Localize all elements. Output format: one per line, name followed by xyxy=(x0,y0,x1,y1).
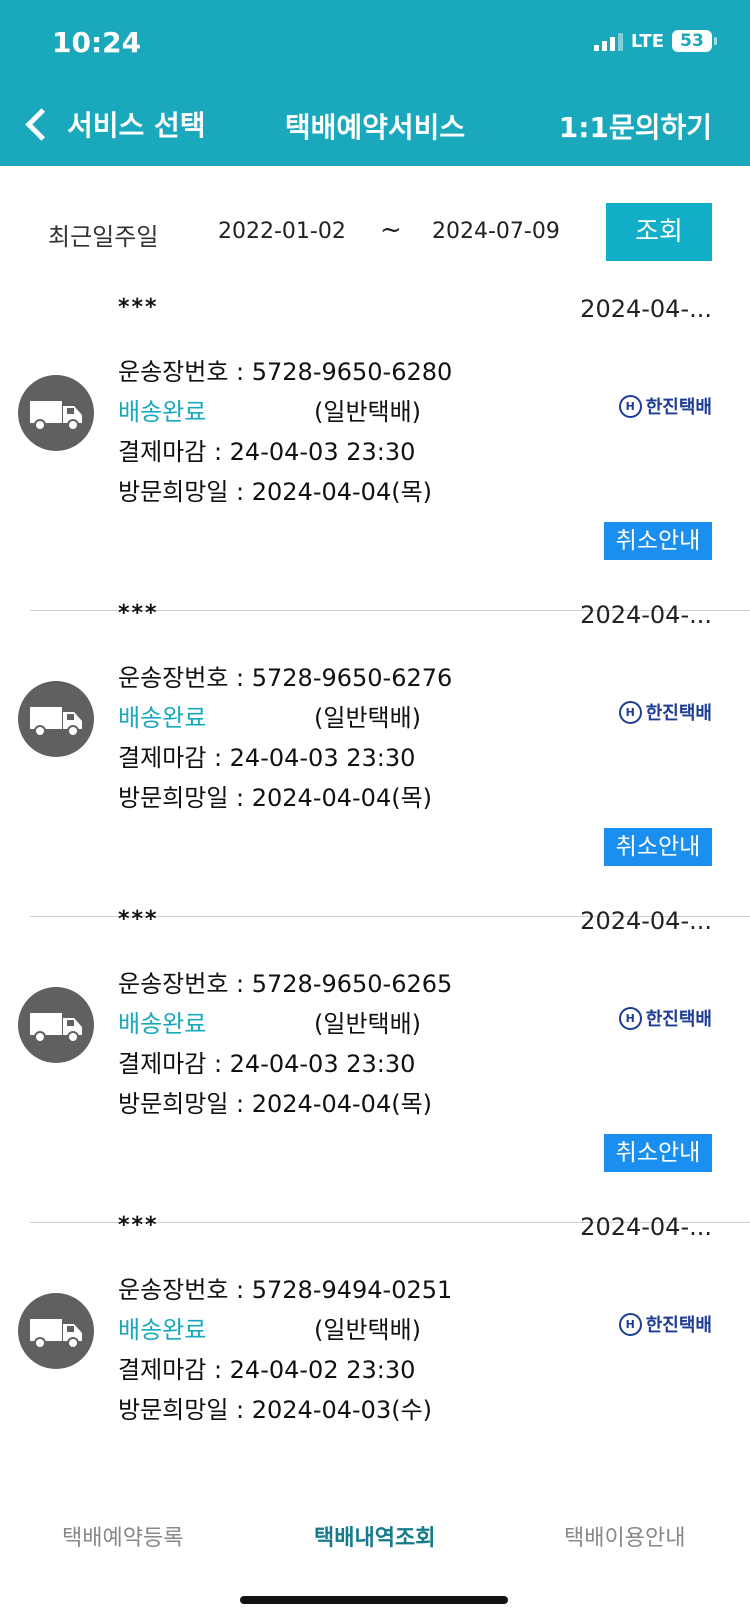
truck-icon xyxy=(18,1293,94,1369)
carrier-name: 한진택배 xyxy=(645,1009,712,1030)
visit-date: 방문희망일 : 2024-04-04(목) xyxy=(118,1090,433,1118)
order-date: 2024-04-... xyxy=(580,295,712,323)
tracking-number: 운송장번호 : 5728-9650-6276 xyxy=(118,664,453,692)
delivery-type: (일반택배) xyxy=(314,398,422,426)
signal-icon xyxy=(593,31,623,51)
delivery-status: 배송완료 xyxy=(118,1010,207,1038)
tracking-number: 운송장번호 : 5728-9494-0251 xyxy=(118,1276,453,1304)
delivery-status: 배송완료 xyxy=(118,1316,207,1344)
period-selector[interactable]: 최근일주일 xyxy=(48,217,158,252)
tracking-number: 운송장번호 : 5728-9650-6265 xyxy=(118,970,453,998)
payment-deadline: 결제마감 : 24-04-03 23:30 xyxy=(118,744,416,772)
visit-date: 방문희망일 : 2024-04-03(수) xyxy=(118,1396,433,1424)
truck-icon xyxy=(18,375,94,451)
tracking-number: 운송장번호 : 5728-9650-6280 xyxy=(118,358,453,386)
payment-deadline: 결제마감 : 24-04-03 23:30 xyxy=(118,1050,416,1078)
truck-icon xyxy=(18,987,94,1063)
hanjin-logo-icon: H xyxy=(618,700,642,724)
hanjin-logo-icon: H xyxy=(618,1312,642,1336)
carrier-logo: H 한진택배 xyxy=(618,699,712,725)
visit-date: 방문희망일 : 2024-04-04(목) xyxy=(118,784,433,812)
tab-history[interactable]: 택배내역조회 xyxy=(314,1520,435,1552)
order-card[interactable]: *** 2024-04-... 운송장번호 : 5728-9650-6276 배… xyxy=(0,601,750,917)
status-indicators: LTE 53 xyxy=(593,30,717,52)
visit-date: 방문희망일 : 2024-04-04(목) xyxy=(118,478,433,506)
sender-name: *** xyxy=(118,295,159,320)
carrier-name: 한진택배 xyxy=(645,1315,712,1336)
delivery-type: (일반택배) xyxy=(314,1010,422,1038)
back-label: 서비스 선택 xyxy=(67,109,206,142)
date-from-field[interactable]: 2022-01-02 xyxy=(218,219,346,244)
search-button[interactable]: 조회 xyxy=(606,203,712,261)
truck-icon xyxy=(18,681,94,757)
delivery-type: (일반택배) xyxy=(314,704,422,732)
delivery-status: 배송완료 xyxy=(118,398,207,426)
sender-name: *** xyxy=(118,601,159,626)
carrier-name: 한진택배 xyxy=(645,397,712,418)
inquiry-button[interactable]: 1:1문의하기 xyxy=(559,106,712,146)
payment-deadline: 결제마감 : 24-04-03 23:30 xyxy=(118,438,416,466)
hanjin-logo-icon: H xyxy=(618,394,642,418)
carrier-name: 한진택배 xyxy=(645,703,712,724)
network-label: LTE xyxy=(630,30,664,52)
payment-deadline: 결제마감 : 24-04-02 23:30 xyxy=(118,1356,416,1384)
carrier-logo: H 한진택배 xyxy=(618,1005,712,1031)
hanjin-logo-icon: H xyxy=(618,1006,642,1030)
carrier-logo: H 한진택배 xyxy=(618,393,712,419)
chevron-left-icon xyxy=(25,107,58,141)
date-separator: ~ xyxy=(380,215,402,245)
delivery-status: 배송완료 xyxy=(118,704,207,732)
cancel-info-button[interactable]: 취소안내 xyxy=(604,828,712,866)
tab-guide[interactable]: 택배이용안내 xyxy=(564,1520,685,1552)
back-button[interactable]: 서비스 선택 xyxy=(20,104,206,144)
sender-name: *** xyxy=(118,907,159,932)
order-date: 2024-04-... xyxy=(580,601,712,629)
order-card[interactable]: *** 2024-04-... 운송장번호 : 5728-9650-6265 배… xyxy=(0,907,750,1223)
tab-register[interactable]: 택배예약등록 xyxy=(62,1520,183,1552)
delivery-type: (일반택배) xyxy=(314,1316,422,1344)
bottom-tab-bar: 택배예약등록 택배내역조회 택배이용안내 xyxy=(0,1520,750,1570)
date-to-field[interactable]: 2024-07-09 xyxy=(432,219,560,244)
cancel-info-button[interactable]: 취소안내 xyxy=(604,1134,712,1172)
sender-name: *** xyxy=(118,1213,159,1238)
order-card[interactable]: *** 2024-04-... 운송장번호 : 5728-9650-6280 배… xyxy=(0,295,750,611)
order-date: 2024-04-... xyxy=(580,907,712,935)
date-filter: 최근일주일 2022-01-02 ~ 2024-07-09 조회 xyxy=(0,203,750,263)
order-card[interactable]: *** 2024-04-... 운송장번호 : 5728-9494-0251 배… xyxy=(0,1213,750,1529)
home-indicator xyxy=(240,1596,508,1604)
battery-icon: 53 xyxy=(672,30,717,52)
carrier-logo: H 한진택배 xyxy=(618,1311,712,1337)
top-bar: 10:24 LTE 53 서비스 선택 택배예약서비스 1:1문의하기 xyxy=(0,0,750,166)
cancel-info-button[interactable]: 취소안내 xyxy=(604,522,712,560)
status-time: 10:24 xyxy=(52,26,142,59)
order-date: 2024-04-... xyxy=(580,1213,712,1241)
